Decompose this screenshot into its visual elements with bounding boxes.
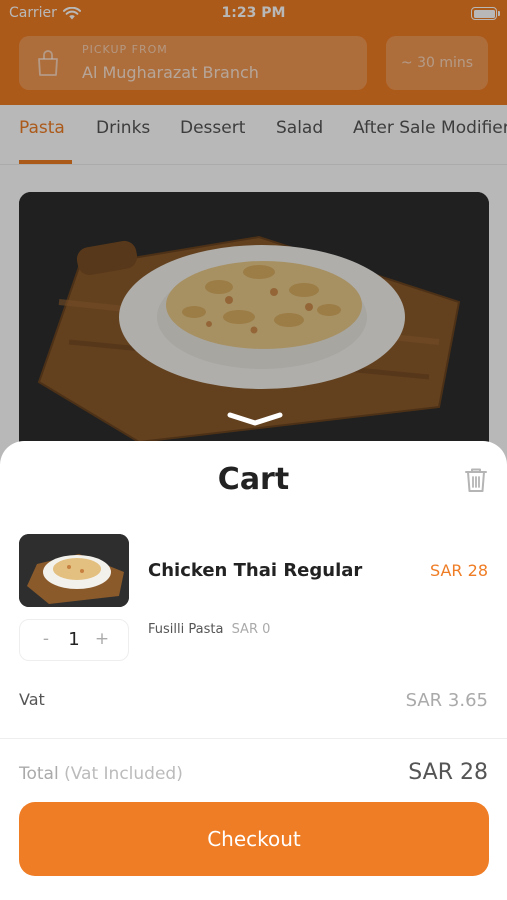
cart-item-name: Chicken Thai Regular xyxy=(148,560,363,581)
divider xyxy=(0,738,507,739)
chevron-down-icon[interactable] xyxy=(226,410,284,428)
total-label-text: Total xyxy=(19,764,59,784)
modifier-price: SAR 0 xyxy=(231,622,271,637)
trash-icon[interactable] xyxy=(464,467,488,493)
vat-label: Vat xyxy=(19,690,45,709)
total-label: Total (Vat Included) xyxy=(19,764,183,784)
cart-item-thumbnail xyxy=(19,534,129,607)
modifier-name: Fusilli Pasta xyxy=(148,622,224,637)
total-value: SAR 28 xyxy=(408,760,488,785)
checkout-button[interactable]: Checkout xyxy=(19,802,489,876)
cart-item-modifier: Fusilli Pasta SAR 0 xyxy=(148,622,270,637)
total-vat-note: (Vat Included) xyxy=(64,764,183,784)
cart-title: Cart xyxy=(217,462,290,497)
cart-sheet: Cart Chicken Thai Regular SAR 28 Fusilli… xyxy=(0,441,507,900)
vat-value: SAR 3.65 xyxy=(405,690,488,711)
increase-quantity-button[interactable]: + xyxy=(90,629,114,649)
cart-item-price: SAR 28 xyxy=(430,561,488,580)
quantity-stepper: - 1 + xyxy=(19,619,129,661)
